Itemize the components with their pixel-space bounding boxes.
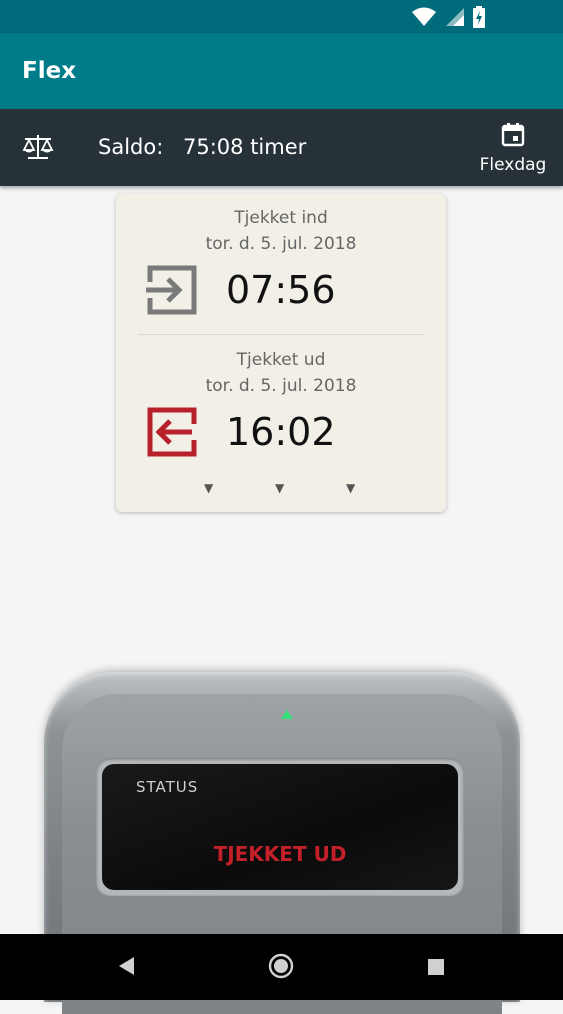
- calendar-icon: [500, 122, 526, 152]
- wifi-icon: [412, 7, 436, 26]
- checkout-title: Tjekket ud: [236, 350, 326, 370]
- device-status-value: TJEKKET UD: [213, 842, 347, 866]
- balance-scale-icon: [22, 133, 54, 165]
- balance-toolbar: Saldo: 75:08 timer Flexdag: [0, 109, 563, 186]
- navigation-bar: [0, 934, 563, 1000]
- expand-arrow-icon[interactable]: ▼: [204, 481, 213, 495]
- status-bar: [0, 0, 563, 33]
- checkin-date: tor. d. 5. jul. 2018: [205, 234, 357, 254]
- checkin-title: Tjekket ind: [234, 208, 328, 228]
- status-led-icon: [281, 710, 293, 719]
- saldo-value: 75:08 timer: [183, 135, 307, 159]
- expand-arrow-icon[interactable]: ▼: [346, 481, 355, 495]
- recents-icon[interactable]: [427, 958, 445, 980]
- expand-arrow-icon[interactable]: ▼: [275, 481, 284, 495]
- device-screen: STATUS TJEKKET UD: [102, 764, 458, 890]
- back-icon[interactable]: [116, 954, 136, 982]
- checkout-date: tor. d. 5. jul. 2018: [205, 376, 357, 396]
- flexdag-button[interactable]: Flexdag: [473, 117, 553, 179]
- logout-icon: [146, 406, 198, 462]
- device-status-label: STATUS: [136, 778, 199, 796]
- app-bar: Flex: [0, 33, 563, 109]
- battery-charging-icon: [473, 5, 485, 28]
- app-title: Flex: [22, 58, 77, 84]
- checkin-time: 07:56: [226, 268, 336, 312]
- cell-signal-icon: [446, 7, 464, 26]
- device-screen-bezel: STATUS TJEKKET UD: [96, 758, 464, 896]
- divider: [138, 334, 424, 335]
- saldo-label: Saldo:: [98, 135, 164, 159]
- registration-card: Tjekket ind tor. d. 5. jul. 2018 07:56 T…: [116, 194, 446, 512]
- checkout-time: 16:02: [226, 410, 336, 454]
- login-icon: [146, 264, 198, 320]
- home-icon[interactable]: [268, 953, 294, 983]
- flexdag-label: Flexdag: [479, 154, 547, 175]
